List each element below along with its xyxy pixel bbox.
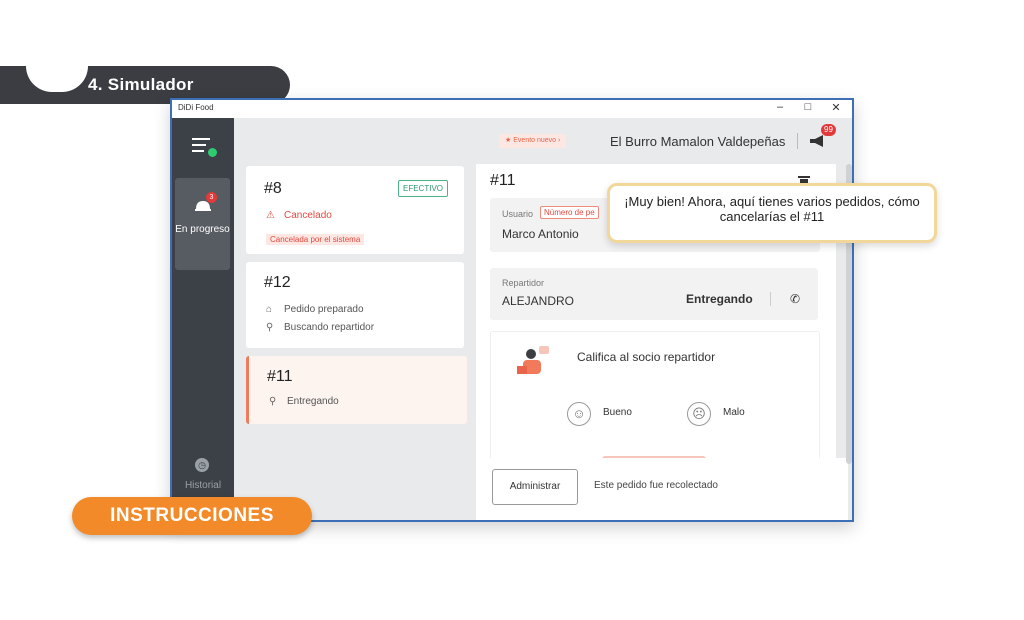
order-card[interactable]: #8 EFECTIVO ⚠ Cancelado Cancelada por el …: [246, 166, 464, 254]
user-name: Marco Antonio: [502, 227, 579, 241]
user-label: Usuario: [502, 209, 534, 219]
order-line: ⚲ Buscando repartidor: [266, 322, 374, 333]
good-label[interactable]: Bueno: [603, 407, 632, 418]
order-line-label: Pedido preparado: [284, 304, 364, 315]
courier-block: Repartidor ALEJANDRO Entregando ✆: [490, 268, 818, 320]
bad-label[interactable]: Malo: [723, 407, 745, 418]
order-line: ⌂ Pedido preparado: [266, 304, 364, 315]
order-status-label: Cancelado: [284, 210, 332, 221]
cancel-note: Cancelada por el sistema: [266, 234, 365, 245]
store-name: El Burro Mamalon Valdepeñas: [610, 134, 786, 149]
event-pill[interactable]: ★ Evento nuevo ›: [499, 134, 567, 148]
maximize-button[interactable]: □: [800, 101, 816, 113]
tutorial-tooltip: ¡Muy bien! Ahora, aquí tienes varios ped…: [607, 183, 937, 243]
app-window: DiDi Food – □ ✕ 3 En progreso ◷ Historia…: [170, 98, 854, 522]
close-button[interactable]: ✕: [828, 101, 844, 114]
order-line: ⚲ Entregando: [269, 396, 339, 407]
order-number: #12: [264, 274, 291, 291]
courier-name: ALEJANDRO: [502, 294, 575, 308]
nav-history-label[interactable]: Historial: [172, 480, 234, 491]
rating-block: Califica al socio repartidor ☺ Bueno ☹ M…: [490, 331, 820, 463]
sad-face-icon[interactable]: ☹: [687, 402, 711, 426]
minimize-button[interactable]: –: [772, 101, 788, 113]
happy-face-icon[interactable]: ☺: [567, 402, 591, 426]
in-progress-badge: 3: [206, 192, 217, 203]
admin-button[interactable]: Administrar: [492, 469, 578, 505]
rate-title: Califica al socio repartidor: [577, 350, 716, 364]
section-title: 4. Simulador: [88, 75, 194, 94]
banner-notch: [26, 66, 88, 92]
cloche-icon: ⌂: [266, 304, 273, 315]
order-status: ⚠ Cancelado: [266, 210, 332, 221]
courier-illustration-icon: [517, 346, 549, 374]
courier-status: Entregando: [686, 292, 753, 306]
phone-icon[interactable]: ✆: [790, 292, 800, 306]
order-number-pill: Número de pe: [540, 206, 599, 219]
courier-divider: [770, 292, 771, 306]
notification-badge: 99: [821, 124, 836, 136]
order-line-label: Entregando: [287, 396, 339, 407]
order-number: #11: [267, 368, 293, 385]
menu-icon[interactable]: [192, 136, 217, 157]
order-card[interactable]: #12 ⌂ Pedido preparado ⚲ Buscando repartid…: [246, 262, 464, 348]
order-line-label: Buscando repartidor: [284, 322, 375, 333]
event-label: Evento nuevo: [513, 137, 557, 144]
online-status-dot: [208, 148, 217, 157]
megaphone-icon[interactable]: [809, 134, 827, 148]
footer-status-text: Este pedido fue recolectado: [594, 480, 718, 491]
header-divider: [797, 133, 798, 149]
clock-icon[interactable]: ◷: [195, 458, 209, 472]
order-number: #8: [264, 180, 282, 197]
nav-in-progress[interactable]: 3 En progreso: [175, 178, 230, 270]
payment-badge: EFECTIVO: [398, 180, 449, 197]
order-card-selected[interactable]: #11 ⚲ Entregando: [246, 356, 467, 424]
nav-in-progress-label: En progreso: [175, 224, 230, 235]
scooter-icon: ⚲: [266, 322, 274, 333]
app-name: DiDi Food: [178, 103, 214, 112]
title-bar: DiDi Food – □ ✕: [172, 100, 852, 118]
sidebar: 3 En progreso ◷ Historial: [172, 118, 234, 520]
detail-footer: Administrar Este pedido fue recolectado: [476, 458, 848, 520]
instructions-button[interactable]: INSTRUCCIONES: [72, 497, 312, 535]
detail-order-number: #11: [490, 172, 516, 189]
scooter-icon: ⚲: [269, 396, 277, 407]
courier-label: Repartidor: [502, 278, 545, 288]
warning-icon: ⚠: [266, 210, 275, 221]
